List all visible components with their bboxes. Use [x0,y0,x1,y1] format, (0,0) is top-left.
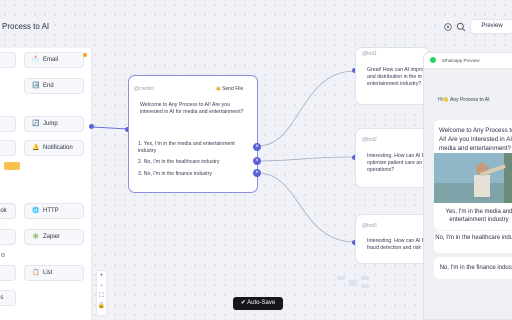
end-icon: 🔚 [32,83,40,89]
email-icon: 📩 [32,57,40,63]
chat-image [434,153,512,203]
send-file-button[interactable]: ▣ Send File [216,86,243,92]
whatsapp-icon [430,57,436,63]
zoom-out-icon[interactable]: − [97,281,106,291]
palette-item-left[interactable]: os [0,290,16,306]
node-id: @bot2 [362,137,377,143]
autosave-button[interactable]: ✔ Auto-Save [233,297,283,310]
palette-item-notification[interactable]: 🔔 Notification [24,140,84,156]
option-2-port[interactable]: × [253,157,261,165]
palette-item-label: Notification [43,145,73,151]
fit-view-icon[interactable]: ⛶ [97,291,106,301]
top-bar: Process to AI Preview [0,0,512,40]
palette-item-label: Jump [43,121,58,127]
globe-icon: 🌐 [32,208,40,214]
list-icon: 📋 [32,270,40,276]
file-icon: ▣ [216,86,221,92]
minimap[interactable] [335,272,395,292]
palette-item-label: List [43,270,53,276]
palette-item-label: Zapier [43,234,61,240]
reply-button-3[interactable]: No, I'm in the finance industry [434,257,512,279]
palette-item-left[interactable]: ook [0,203,16,219]
option-2: 2. No, I'm in the healthcare industry [138,159,220,165]
chat-message-text: Welcome to Any Process to AI! Are you in… [439,127,512,152]
send-file-label: Send File [222,86,244,92]
radio-indicator [1,253,5,257]
palette-item-left[interactable] [0,265,16,281]
node-id: @bot3 [362,223,377,229]
palette-item-jump[interactable]: 🔄 Jump [24,116,84,132]
palette-item-zapier[interactable]: ✳️ Zapier [24,229,84,245]
whatsapp-preview-header: Whatsapp Preview [424,53,512,69]
palette-item-left[interactable] [0,229,16,245]
palette-item-end[interactable]: 🔚 End [24,78,84,94]
node-id: @credict [134,86,154,92]
palette-item-list[interactable]: 📋 List [24,265,84,281]
reply-message: Interesting. How can AI b optimize patie… [367,153,425,173]
zoom-in-icon[interactable]: + [97,271,106,281]
search-icon[interactable] [456,22,466,32]
palette-item-left[interactable]: s [0,116,16,132]
notification-dot [83,53,87,57]
zoom-controls: + − ⛶ 🔒 [96,270,107,316]
zapier-icon: ✳️ [32,234,40,240]
option-1: 1. Yes, I'm in the media and entertainme… [138,141,235,154]
check-icon: ✔ [240,300,246,306]
palette-item-label: HTTP [43,208,59,214]
option-3-port[interactable]: × [253,169,261,177]
chat-contact: Hi👋 Any Process to AI [438,97,490,103]
reply-message: Interesting. How can AI b fraud detectio… [367,238,425,251]
node-message: Welcome to Any Process to AI! Are you in… [140,102,244,115]
whatsapp-preview-title: Whatsapp Preview [442,58,480,63]
autosave-label: Auto-Save [247,300,276,306]
gear-icon[interactable] [443,22,453,32]
preview-button[interactable]: Preview [470,19,512,34]
bell-icon: 🔔 [32,145,40,151]
node-id: @bot1 [362,51,377,57]
palette-item-left[interactable] [0,140,16,156]
input-port[interactable] [89,124,94,129]
jump-icon: 🔄 [32,121,40,127]
palette-item-email[interactable]: 📩 Email [24,52,84,68]
option-1-port[interactable]: × [253,143,261,151]
palette-item-left[interactable] [0,52,16,68]
reply-button-2[interactable]: No, I'm in the healthcare industry [434,231,512,253]
palette-item-label: End [43,83,54,89]
palette-item-label: Email [43,57,59,63]
whatsapp-preview-panel: Whatsapp Preview Hi👋 Any Process to AI W… [423,52,512,320]
lock-icon[interactable]: 🔒 [97,301,106,311]
new-badge [4,162,20,170]
reply-message: Great! How can AI impro and distribution… [367,67,424,87]
palette-item-http[interactable]: 🌐 HTTP [24,203,84,219]
reply-button-1[interactable]: Yes, I'm in the media and entertainment … [434,205,512,227]
page-title: Process to AI [2,22,50,31]
option-3: 3. No, I'm in the finance industry [138,171,212,177]
